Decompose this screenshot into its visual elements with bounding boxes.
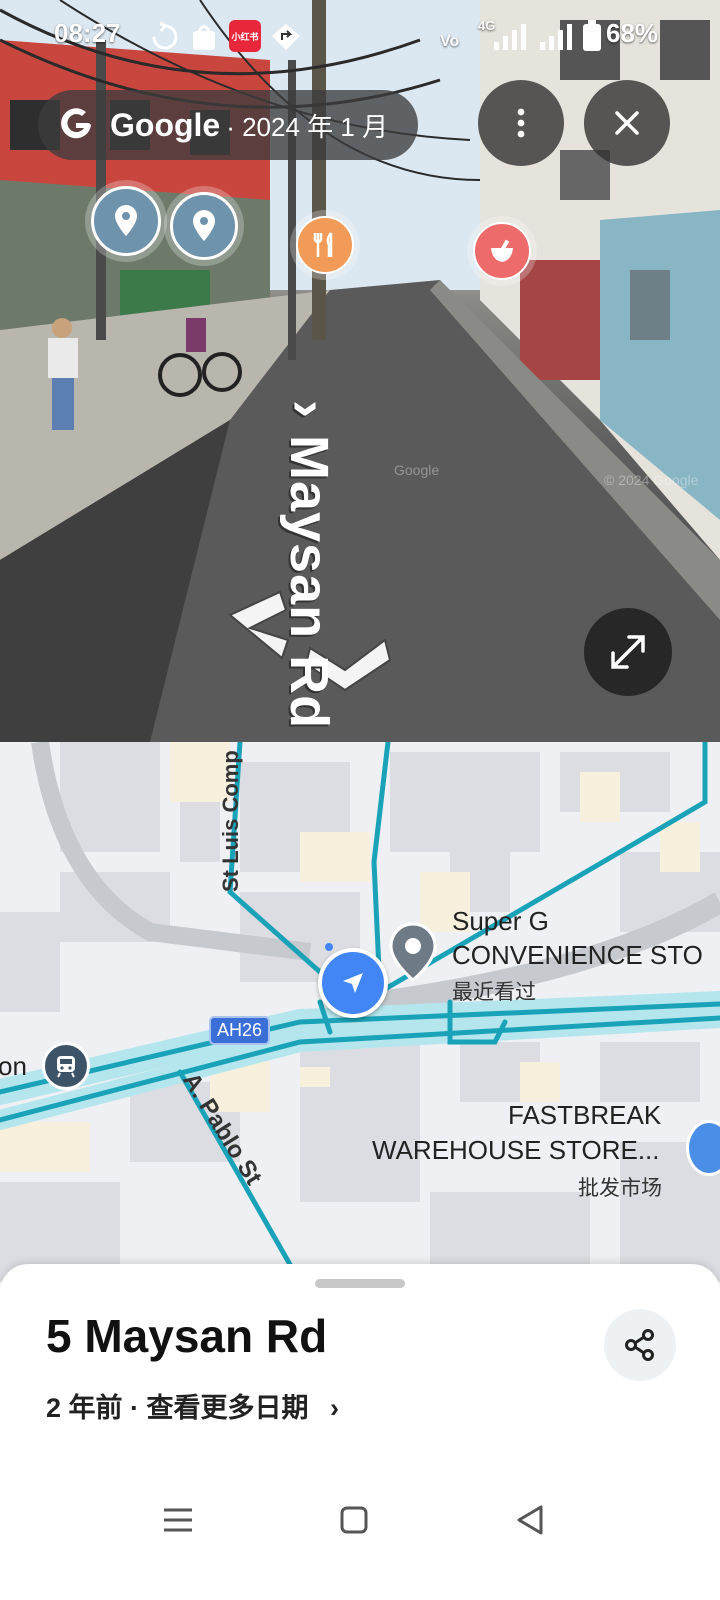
more-vert-icon bbox=[517, 108, 525, 138]
sync-icon bbox=[150, 21, 180, 58]
accuracy-dot bbox=[325, 943, 333, 951]
place-pin-icon[interactable] bbox=[91, 186, 161, 256]
navigation-arrow-icon bbox=[343, 973, 363, 993]
xiaohongshu-icon: 小红书 bbox=[229, 20, 261, 52]
copyright-text: © 2024 Google bbox=[604, 472, 699, 488]
volte-icon: Vo bbox=[440, 26, 470, 62]
street-label-chevron: › bbox=[279, 400, 339, 419]
map-view[interactable]: St Luis Comp A. Pablo St AH26 Super G CO… bbox=[0, 742, 720, 1282]
home-icon[interactable] bbox=[324, 1490, 384, 1550]
drag-handle[interactable] bbox=[315, 1279, 405, 1288]
google-logo-icon bbox=[52, 101, 100, 149]
place-name-line2[interactable]: WAREHOUSE STORE... bbox=[372, 1135, 660, 1166]
more-dates-label: 2 年前 · 查看更多日期 bbox=[46, 1393, 309, 1423]
signal-4g-icon bbox=[492, 24, 530, 60]
signal-icon bbox=[538, 24, 576, 60]
place-name-line1[interactable]: Super G bbox=[452, 906, 549, 937]
expand-icon bbox=[611, 635, 645, 669]
shop-icon bbox=[190, 22, 218, 58]
place-note: 批发市场 bbox=[578, 1177, 662, 1200]
watermark-text: Google bbox=[394, 462, 440, 478]
street-label: › Maysan Rd bbox=[278, 400, 340, 729]
street-label-text: Maysan Rd bbox=[279, 435, 339, 730]
highway-badge: AH26 bbox=[209, 1016, 271, 1045]
place-name-line2[interactable]: CONVENIENCE STO bbox=[452, 940, 703, 971]
place-name-line1[interactable]: FASTBREAK bbox=[508, 1100, 661, 1131]
menu-icon[interactable] bbox=[148, 1490, 208, 1550]
place-pin-icon-2[interactable] bbox=[170, 192, 238, 260]
capture-date: · 2024 年 1 月 bbox=[226, 111, 389, 142]
brand-label: Google bbox=[110, 106, 221, 143]
road-label-st-luis: St Luis Comp bbox=[218, 750, 243, 892]
streetview-header[interactable]: Google · 2024 年 1 月 bbox=[38, 90, 418, 160]
transit-station-icon[interactable] bbox=[42, 1042, 90, 1090]
my-location-marker[interactable] bbox=[318, 948, 388, 1018]
place-title: 5 Maysan Rd bbox=[46, 1310, 328, 1362]
restaurant-icon[interactable] bbox=[296, 216, 354, 274]
battery-icon bbox=[582, 20, 602, 56]
more-dates-link[interactable]: 2 年前 · 查看更多日期 › bbox=[46, 1386, 339, 1425]
place-note: 最近看过 bbox=[452, 981, 536, 1004]
system-nav-bar bbox=[0, 1490, 720, 1600]
cutoff-label: on bbox=[0, 1051, 27, 1081]
location-arrow-icon bbox=[270, 22, 302, 58]
status-time: 08:27 bbox=[54, 18, 121, 48]
svg-text:Vo: Vo bbox=[440, 33, 459, 50]
more-options-button[interactable] bbox=[478, 80, 564, 166]
place-marker-icon[interactable] bbox=[388, 922, 438, 982]
fullscreen-button[interactable] bbox=[584, 608, 672, 696]
close-button[interactable] bbox=[584, 80, 670, 166]
back-icon[interactable] bbox=[500, 1490, 560, 1550]
street-view-panel[interactable]: 08:27 小红书 Vo 4G 68% Google · 2024 年 1 月 bbox=[0, 0, 720, 742]
share-button[interactable] bbox=[604, 1309, 676, 1381]
pharmacy-icon[interactable] bbox=[473, 222, 531, 280]
chevron-right-icon: › bbox=[330, 1393, 340, 1423]
share-icon bbox=[625, 1329, 654, 1361]
battery-percent: 68% bbox=[606, 18, 659, 48]
close-icon bbox=[615, 111, 639, 135]
